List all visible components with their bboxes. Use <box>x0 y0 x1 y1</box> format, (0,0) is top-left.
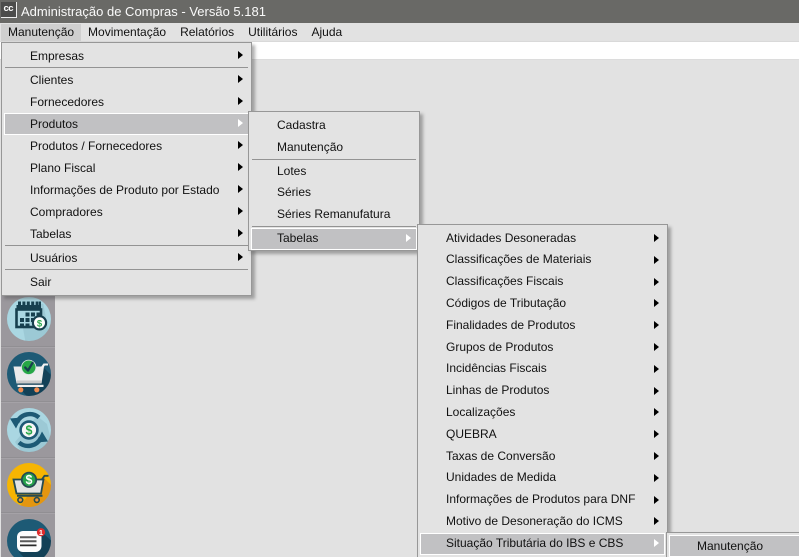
svg-text:1: 1 <box>39 528 43 537</box>
svg-text:$: $ <box>26 473 33 487</box>
svg-text:$: $ <box>26 423 33 437</box>
svg-text:$: $ <box>37 318 43 329</box>
